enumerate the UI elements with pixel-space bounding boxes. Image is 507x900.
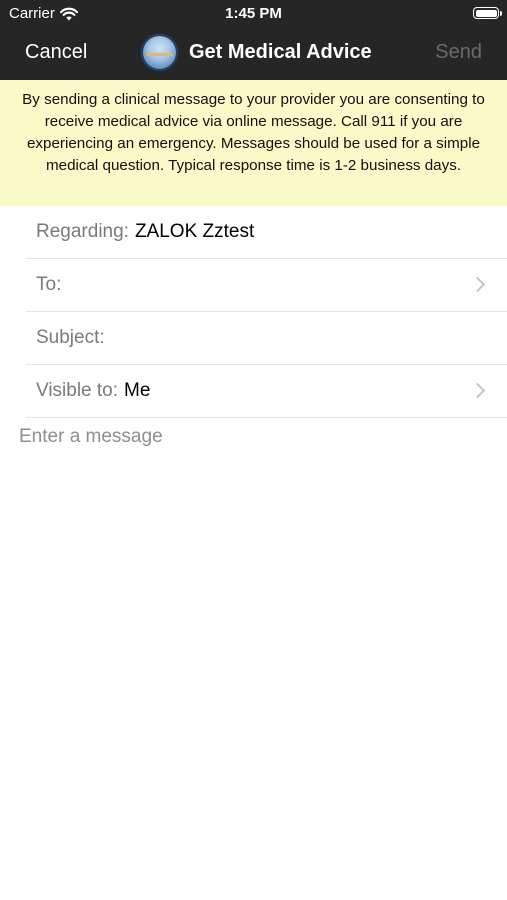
disclaimer-banner: By sending a clinical message to your pr… (0, 80, 507, 206)
subject-field[interactable]: Subject: (26, 312, 507, 365)
regarding-value: ZALOK Zztest (134, 221, 255, 242)
to-label: To: (36, 274, 62, 295)
message-form: Regarding: ZALOK Zztest To: Subject: Vis… (0, 206, 507, 418)
send-button[interactable]: Send (435, 41, 482, 64)
navigation-bar: Cancel Get Medical Advice Send (0, 28, 507, 80)
status-time: 1:45 PM (225, 5, 282, 22)
status-bar: Carrier 1:45 PM (0, 0, 507, 28)
cancel-button[interactable]: Cancel (25, 41, 87, 64)
to-field[interactable]: To: (26, 259, 507, 312)
page-title: Get Medical Advice (189, 41, 372, 63)
visible-to-label: Visible to: (36, 380, 119, 401)
disclaimer-text: By sending a clinical message to your pr… (22, 91, 485, 174)
chevron-right-icon (469, 276, 486, 293)
app-logo-icon (141, 34, 178, 71)
subject-label: Subject: (36, 327, 105, 348)
top-bar: Carrier 1:45 PM Cancel Get Medical Advic… (0, 0, 507, 80)
visible-to-value: Me (124, 380, 151, 401)
battery-icon (473, 7, 502, 19)
regarding-row: Regarding: ZALOK Zztest (26, 206, 507, 259)
nav-title-group: Get Medical Advice (141, 34, 372, 71)
regarding-label: Regarding: (36, 221, 129, 242)
visible-to-field[interactable]: Visible to: Me (26, 365, 507, 418)
chevron-right-icon (469, 382, 486, 399)
battery-level (475, 9, 497, 17)
message-input[interactable]: Enter a message (19, 426, 163, 448)
